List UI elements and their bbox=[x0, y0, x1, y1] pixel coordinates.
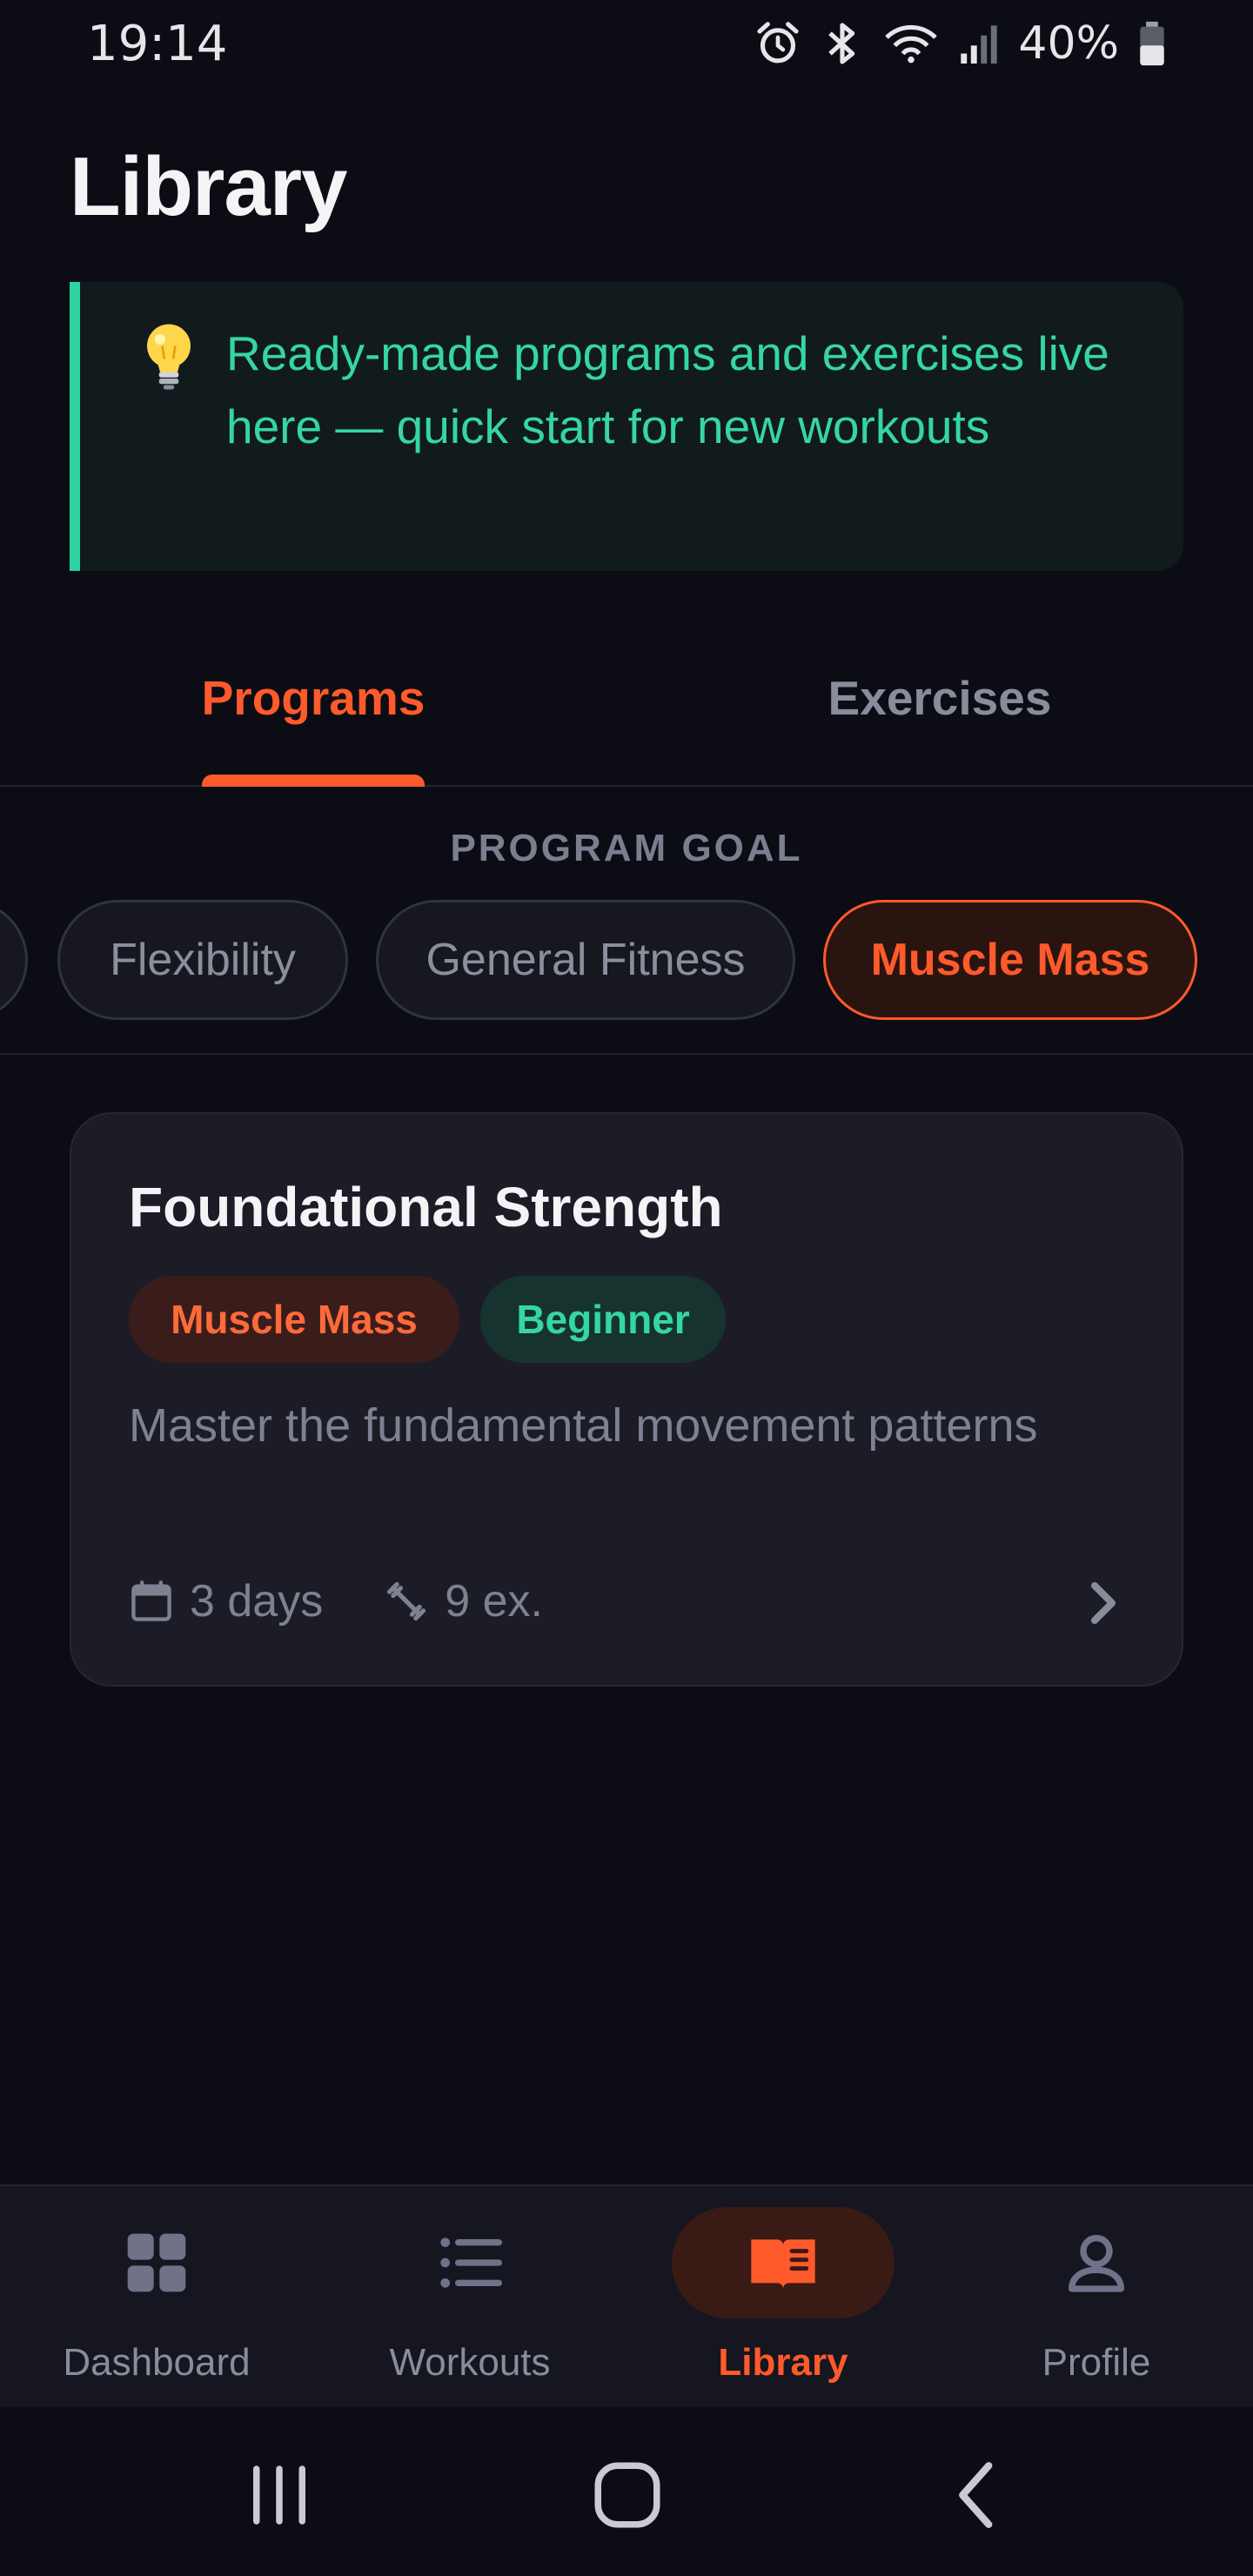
tab-exercises[interactable]: Exercises bbox=[626, 670, 1253, 726]
goal-chip-muscle-mass[interactable]: Muscle Mass bbox=[823, 900, 1197, 1020]
nav-library[interactable]: Library bbox=[626, 2186, 940, 2409]
goal-chip-partial[interactable] bbox=[0, 900, 28, 1020]
chevron-right-icon[interactable] bbox=[1086, 1577, 1121, 1629]
bottom-nav: Dashboard Workouts Library Profile bbox=[0, 2184, 1253, 2407]
goal-chip-muscle-mass-label: Muscle Mass bbox=[870, 935, 1150, 985]
program-meta: 3 days 9 ex. bbox=[129, 1566, 543, 1636]
bluetooth-icon bbox=[828, 23, 855, 64]
tab-programs-label: Programs bbox=[201, 671, 425, 725]
page-title: Library bbox=[70, 140, 347, 233]
program-goal-tag: Muscle Mass bbox=[129, 1276, 459, 1363]
book-icon bbox=[751, 2239, 815, 2289]
status-time: 19:14 bbox=[87, 16, 228, 72]
recent-apps-icon[interactable] bbox=[240, 2456, 318, 2534]
nav-dashboard[interactable]: Dashboard bbox=[0, 2186, 313, 2409]
goal-chip-flexibility-label: Flexibility bbox=[110, 935, 296, 985]
alarm-icon bbox=[757, 22, 799, 64]
tab-bar: Programs Exercises bbox=[0, 644, 1253, 787]
filter-label: PROGRAM GOAL bbox=[450, 827, 803, 869]
home-icon[interactable] bbox=[588, 2456, 667, 2534]
tab-active-indicator bbox=[202, 775, 425, 787]
nav-dashboard-label: Dashboard bbox=[63, 2341, 251, 2384]
nav-profile[interactable]: Profile bbox=[940, 2186, 1253, 2409]
program-level-tag: Beginner bbox=[480, 1276, 726, 1363]
program-days: 3 days bbox=[190, 1576, 324, 1627]
profile-icon bbox=[1069, 2235, 1124, 2292]
wifi-icon bbox=[885, 24, 938, 64]
tip-banner: Ready-made programs and exercises live h… bbox=[70, 282, 1183, 571]
goal-chip-general-fitness-label: General Fitness bbox=[425, 935, 746, 985]
tab-programs[interactable]: Programs bbox=[0, 670, 626, 726]
tab-exercises-label: Exercises bbox=[828, 671, 1052, 725]
signal-icon bbox=[961, 25, 998, 64]
library-screen: 19:14 40% Library Ready-made programs an… bbox=[0, 0, 1253, 2576]
status-icons: 40% bbox=[754, 12, 1166, 75]
program-title: Foundational Strength bbox=[129, 1176, 723, 1238]
goal-chip-general-fitness[interactable]: General Fitness bbox=[376, 900, 795, 1020]
goal-chip-row[interactable]: Flexibility General Fitness Muscle Mass bbox=[0, 900, 1253, 1020]
dumbbell-icon bbox=[387, 1581, 426, 1621]
dashboard-icon bbox=[127, 2233, 186, 2292]
back-icon[interactable] bbox=[940, 2456, 1018, 2534]
nav-profile-label: Profile bbox=[1042, 2341, 1151, 2384]
nav-workouts-label: Workouts bbox=[389, 2341, 551, 2384]
program-description: Master the fundamental movement patterns bbox=[129, 1399, 1038, 1452]
lightbulb-icon bbox=[147, 324, 191, 390]
goal-chip-flexibility[interactable]: Flexibility bbox=[57, 900, 348, 1020]
system-nav-bar bbox=[0, 2407, 1253, 2576]
status-bar: 19:14 40% bbox=[0, 0, 1253, 87]
program-exercise-count: 9 ex. bbox=[445, 1576, 543, 1627]
nav-library-label: Library bbox=[718, 2341, 848, 2384]
list-icon bbox=[440, 2237, 502, 2288]
nav-workouts[interactable]: Workouts bbox=[313, 2186, 626, 2409]
tip-text: Ready-made programs and exercises live h… bbox=[226, 326, 1109, 453]
battery-percent: 40% bbox=[1018, 17, 1119, 70]
battery-icon bbox=[1140, 21, 1164, 66]
program-card[interactable]: Foundational Strength Muscle Mass Beginn… bbox=[70, 1112, 1183, 1687]
section-divider bbox=[0, 1053, 1253, 1055]
calendar-icon bbox=[131, 1580, 171, 1621]
